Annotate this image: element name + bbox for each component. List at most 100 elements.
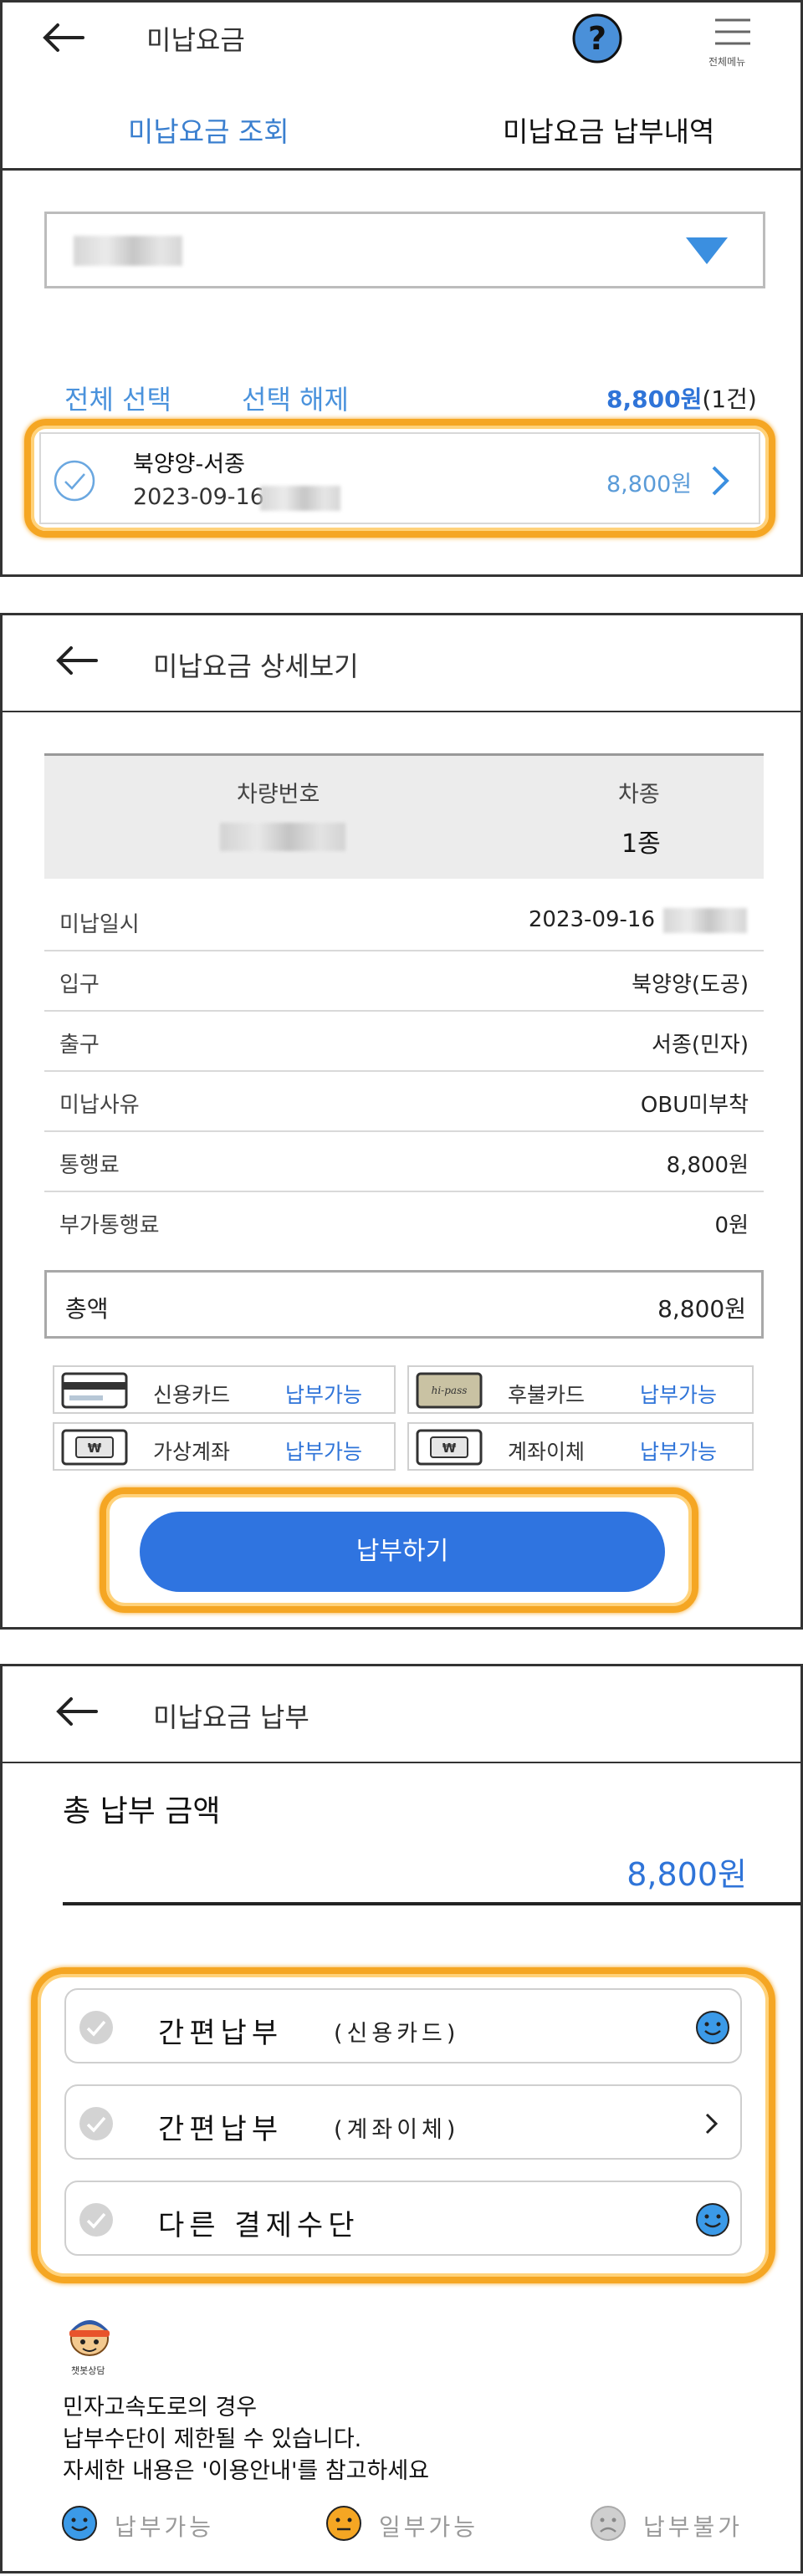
blurred-datetime xyxy=(663,908,747,933)
row-value-unpaid-datetime: 2023-09-16 xyxy=(528,907,655,932)
check-circle-icon[interactable] xyxy=(53,459,96,502)
legend-label: 일부가능 xyxy=(379,2513,479,2541)
notice-line: 민자고속도로의 경우 xyxy=(63,2395,258,2420)
row-divider xyxy=(44,1130,764,1132)
notice-line: 자세한 내용은 '이용안내'를 참고하세요 xyxy=(63,2458,430,2484)
total-pay-label: 총 납부 금액 xyxy=(63,1794,221,1829)
row-value-entry: 북양양(도공) xyxy=(632,972,749,997)
option-subtitle: (신용카드) xyxy=(334,2021,460,2047)
unpaid-toll-list-screen: 미납요금 ? 전체메뉴 미납요금 조회 미납요금 납부내역 전체 선택 선택 해… xyxy=(0,0,803,577)
total-value: 8,800원 xyxy=(657,1295,746,1323)
header-divider xyxy=(3,1762,800,1763)
chatbot-mascot-icon[interactable] xyxy=(66,2318,113,2362)
deselect-link[interactable]: 선택 해제 xyxy=(242,379,349,417)
row-label-exit: 출구 xyxy=(59,1033,100,1058)
vehicle-number-label: 차량번호 xyxy=(237,782,320,808)
row-label-toll: 통행료 xyxy=(59,1153,120,1178)
back-arrow-icon[interactable] xyxy=(53,644,100,677)
option-subtitle: (계좌이체) xyxy=(334,2117,460,2143)
total-label: 총액 xyxy=(65,1295,109,1323)
chevron-right-icon[interactable] xyxy=(703,2111,720,2136)
hipass-logo-text: hi-pass xyxy=(432,1385,468,1396)
vehicle-type-label: 차종 xyxy=(618,782,660,808)
pay-button[interactable]: 납부하기 xyxy=(140,1512,665,1592)
vehicle-select-dropdown[interactable] xyxy=(44,212,765,288)
pay-method-name: 가상계좌 xyxy=(153,1440,231,1464)
option-simple-pay-card[interactable]: 간편납부 (신용카드) xyxy=(64,1988,742,2063)
bank-transfer-icon: ₩ xyxy=(416,1429,483,1466)
smile-icon xyxy=(696,2011,729,2044)
pay-method-bank-transfer: ₩ 계좌이체 납부가능 xyxy=(407,1422,754,1471)
unpaid-detail-screen: 미납요금 상세보기 차량번호 차종 1종 미납일시 2023-09-16 입구 … xyxy=(0,613,803,1630)
legend-label: 납부가능 xyxy=(115,2513,215,2541)
tab-payment-history[interactable]: 미납요금 납부내역 xyxy=(503,110,714,150)
row-divider xyxy=(44,1191,764,1192)
virtual-account-icon: ₩ xyxy=(61,1429,128,1466)
row-label-reason: 미납사유 xyxy=(59,1093,140,1118)
pay-method-status: 납부가능 xyxy=(285,1383,363,1407)
option-simple-pay-transfer[interactable]: 간편납부 (계좌이체) xyxy=(64,2084,742,2160)
check-circle-icon[interactable] xyxy=(78,2009,115,2046)
smile-icon xyxy=(696,2203,729,2237)
blurred-time xyxy=(260,486,340,511)
credit-card-icon xyxy=(61,1372,128,1409)
pay-method-status: 납부가능 xyxy=(285,1440,363,1464)
total-amount: 8,800원 xyxy=(606,385,703,413)
hamburger-menu-icon[interactable] xyxy=(713,18,752,46)
help-icon[interactable]: ? xyxy=(571,13,623,64)
sad-face-icon xyxy=(591,2506,626,2541)
legend-label: 납부불가 xyxy=(643,2513,744,2541)
pay-method-postpaid-card: hi-pass 후불카드 납부가능 xyxy=(407,1365,754,1414)
row-divider xyxy=(44,950,764,951)
item-date: 2023-09-16 xyxy=(133,484,264,510)
option-other-methods[interactable]: 다른 결제수단 xyxy=(64,2181,742,2256)
item-route: 북양양-서종 xyxy=(133,451,245,477)
vehicle-info-header: 차량번호 차종 1종 xyxy=(44,753,764,879)
tab-unpaid-lookup[interactable]: 미납요금 조회 xyxy=(128,110,289,150)
smile-icon xyxy=(62,2506,97,2541)
page-title: 미납요금 상세보기 xyxy=(153,650,359,682)
vehicle-type-value: 1종 xyxy=(621,829,661,859)
page-title: 미납요금 xyxy=(146,24,245,56)
neutral-face-icon xyxy=(326,2506,361,2541)
total-pay-value: 8,800원 xyxy=(627,1856,747,1893)
row-divider xyxy=(44,1070,764,1072)
check-circle-icon[interactable] xyxy=(78,2201,115,2238)
select-all-link[interactable]: 전체 선택 xyxy=(64,379,171,417)
row-label-extra-toll: 부가통행료 xyxy=(59,1213,160,1238)
row-label-unpaid-datetime: 미납일시 xyxy=(59,912,140,937)
svg-text:?: ? xyxy=(588,20,606,57)
pay-method-name: 신용카드 xyxy=(153,1383,231,1407)
hipass-card-icon: hi-pass xyxy=(416,1372,483,1409)
back-arrow-icon[interactable] xyxy=(39,21,86,54)
pay-method-virtual-account: ₩ 가상계좌 납부가능 xyxy=(53,1422,396,1471)
notice-line: 납부수단이 제한될 수 있습니다. xyxy=(63,2426,362,2452)
svg-text:₩: ₩ xyxy=(442,1441,457,1456)
option-title: 간편납부 xyxy=(158,2113,284,2146)
total-underline xyxy=(63,1902,800,1905)
svg-text:₩: ₩ xyxy=(88,1441,102,1456)
total-summary: 8,800원(1건) xyxy=(606,381,757,415)
unpaid-payment-screen: 미납요금 납부 총 납부 금액 8,800원 간편납부 (신용카드) 간편납부 … xyxy=(0,1664,803,2573)
pay-method-status: 납부가능 xyxy=(640,1383,718,1407)
row-value-toll: 8,800원 xyxy=(666,1153,749,1178)
page-title: 미납요금 납부 xyxy=(153,1701,309,1733)
chatbot-label[interactable]: 챗봇상담 xyxy=(71,2364,105,2377)
dropdown-triangle-icon xyxy=(686,237,728,264)
tab-divider xyxy=(3,168,800,171)
blurred-vehicle-number xyxy=(74,236,182,266)
chevron-right-icon[interactable] xyxy=(710,464,732,497)
item-amount: 8,800원 xyxy=(606,472,693,497)
check-circle-icon[interactable] xyxy=(78,2105,115,2142)
menu-label[interactable]: 전체메뉴 xyxy=(708,54,745,69)
option-title: 간편납부 xyxy=(158,2017,284,2050)
unpaid-item-card[interactable]: 북양양-서종 2023-09-16 8,800원 xyxy=(39,432,760,524)
row-value-extra-toll: 0원 xyxy=(714,1213,749,1238)
row-value-exit: 서종(민자) xyxy=(652,1033,749,1058)
row-label-entry: 입구 xyxy=(59,972,100,997)
blurred-plate-number xyxy=(220,823,345,851)
header-divider xyxy=(3,711,800,712)
back-arrow-icon[interactable] xyxy=(53,1695,100,1728)
total-box: 총액 8,800원 xyxy=(44,1270,764,1339)
option-title: 다른 결제수단 xyxy=(158,2209,360,2242)
